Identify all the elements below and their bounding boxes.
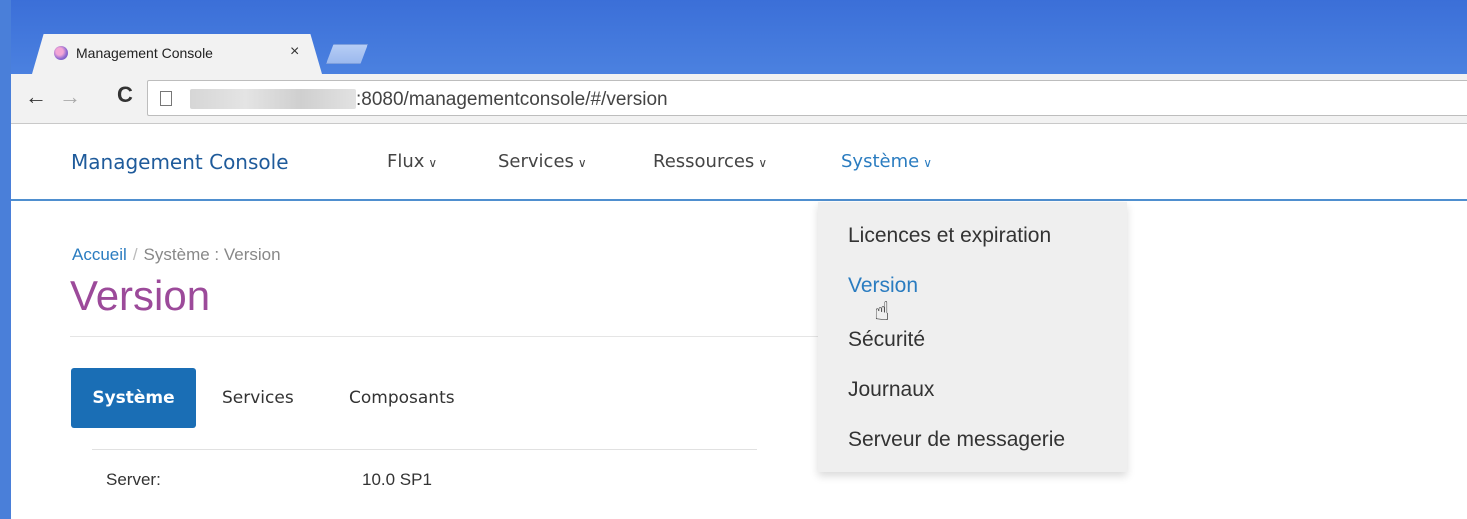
chevron-down-icon: ∨ [923, 156, 932, 170]
tab-composants[interactable]: Composants [349, 368, 455, 428]
hand-pointer-icon: ☝ [874, 296, 890, 326]
address-bar[interactable]: :8080/managementconsole/#/version [147, 80, 1467, 116]
breadcrumb-separator: / [132, 245, 138, 264]
menu-flux[interactable]: Flux ∨ [387, 151, 437, 172]
url-redacted-host [190, 89, 356, 109]
app-favicon-icon [54, 46, 68, 60]
tab-services[interactable]: Services [222, 368, 294, 428]
table-row-label: Server: [106, 470, 161, 489]
menu-ressources[interactable]: Ressources ∨ [653, 151, 767, 172]
menu-systeme[interactable]: Système ∨ [841, 151, 932, 172]
breadcrumb-home[interactable]: Accueil [72, 245, 127, 264]
reload-icon[interactable]: C [117, 84, 133, 106]
menu-label: Système [841, 151, 920, 172]
browser-tab[interactable]: Management Console × [32, 34, 322, 74]
menu-services[interactable]: Services ∨ [498, 151, 587, 172]
browser-toolbar: ← → C :8080/managementconsole/#/version [11, 74, 1467, 124]
breadcrumb: Accueil / Système : Version [72, 245, 281, 265]
tab-systeme[interactable]: Système [71, 368, 196, 428]
title-divider [70, 336, 818, 337]
dropdown-item-version[interactable]: Version [848, 274, 918, 298]
systeme-dropdown-menu: Licences et expiration Version Sécurité … [818, 202, 1127, 472]
dropdown-item-licences[interactable]: Licences et expiration [848, 224, 1051, 248]
menu-label: Flux [387, 151, 425, 172]
browser-frame [0, 0, 11, 519]
menu-label: Services [498, 151, 574, 172]
dropdown-item-messagerie[interactable]: Serveur de messagerie [848, 428, 1065, 452]
tab-close-icon[interactable]: × [290, 43, 299, 61]
chevron-down-icon: ∨ [758, 156, 768, 170]
back-arrow-icon[interactable]: ← [25, 86, 47, 108]
table-row-value: 10.0 SP1 [362, 470, 432, 489]
menu-label: Ressources [653, 151, 755, 172]
dropdown-item-journaux[interactable]: Journaux [848, 378, 934, 402]
chevron-down-icon: ∨ [428, 156, 438, 170]
page-title: Version [70, 272, 211, 319]
chevron-down-icon: ∨ [577, 156, 587, 170]
brand-link[interactable]: Management Console [71, 150, 289, 174]
url-text[interactable]: :8080/managementconsole/#/version [356, 89, 668, 111]
forward-arrow-icon[interactable]: → [59, 86, 81, 108]
breadcrumb-current: Système : Version [143, 245, 281, 264]
page-icon [160, 91, 172, 106]
table-divider [92, 449, 757, 450]
dropdown-item-securite[interactable]: Sécurité [848, 328, 925, 352]
tab-title: Management Console [76, 45, 213, 61]
app-navbar: Management Console Flux ∨ Services ∨ Resso… [11, 125, 1467, 201]
